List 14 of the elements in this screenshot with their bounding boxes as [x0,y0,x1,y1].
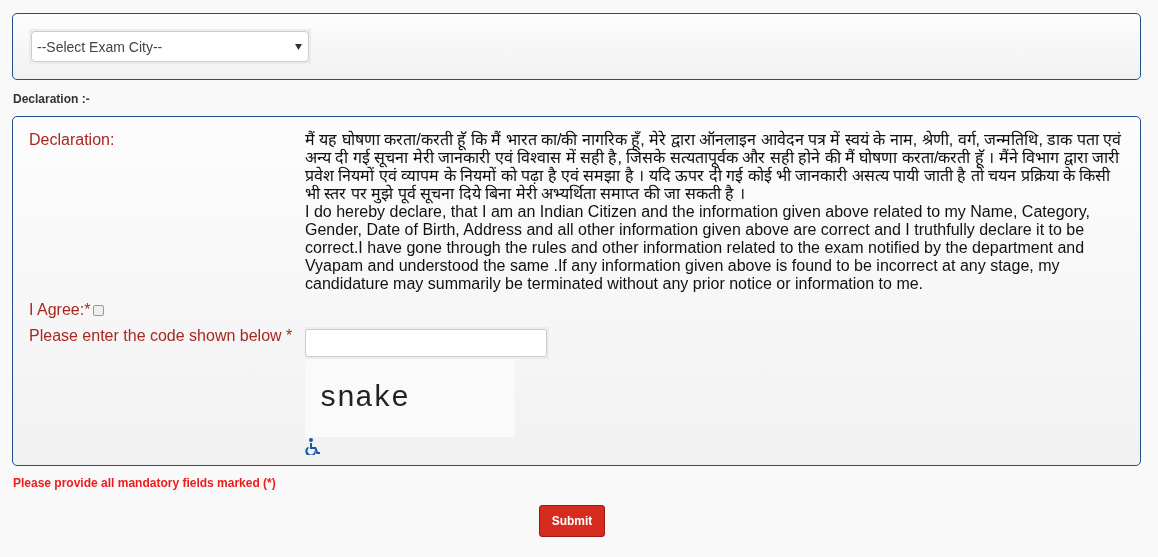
error-message: Please provide all mandatory fields marked (*) [13,476,277,490]
captcha-input-field[interactable] [305,329,547,357]
section-heading: Declaration :- [13,92,91,106]
caret-icon [295,43,302,50]
exam-city-select[interactable]: --Select Exam City-- [31,31,309,62]
wheelchair-icon[interactable] [305,438,321,455]
agree-checkbox[interactable] [93,304,105,316]
declaration-text: मैं यह घोषणा करता/करती हूॅ कि मैं भारत का/की नागरिक हूँ, मेरे द्वारा ऑनलाइन आवेदन पत्र में स्वयं के नाम, श्रेणी, वर्ग, जन्मतिथि, डाक पता एवं अन्य दी गई सूचना मेरी जानकारी एवं विश्वास में सही है, जिसके सत्यतापूर्वक और सही होने की मैं घोषणा करता/करती हूॅ । मैंने विभाग द्वारा जारी प्रवेश नियमों एवं व्यापम के नियमों को पढ़ा है एवं समझा है । यदि ऊपर दी गई कोई भी जानकारी असत्य पायी जाती है तो चयन प्रक्रिया के किसी भी स्तर पर मुझे पूर्व सूचना दिये बिना मेरी अभ्यर्थिता समाप्त की जा सकती है । [305,131,1123,203]
declaration-text: I do hereby declare, that I am an Indian Citizen and the information given above related to my Name, Category, Gender, Date of Birth, Address and all other information given above are correct and I truthfully declare it to be correct.I have gone through the rules and other information related to the exam notified by the department and Vyapam and understood the same .If any information given above is found to be incorrect at any stage, my candidature may summarily be terminated without any prior notice or information to me. [305,203,1092,293]
submit-button[interactable]: Submit [538,505,606,537]
declaration-label: Declaration: [29,131,116,150]
agree-label: I Agree:* [29,301,91,319]
captcha-label: Please enter the code shown below * [29,327,294,346]
captcha-image: snake [305,359,515,437]
